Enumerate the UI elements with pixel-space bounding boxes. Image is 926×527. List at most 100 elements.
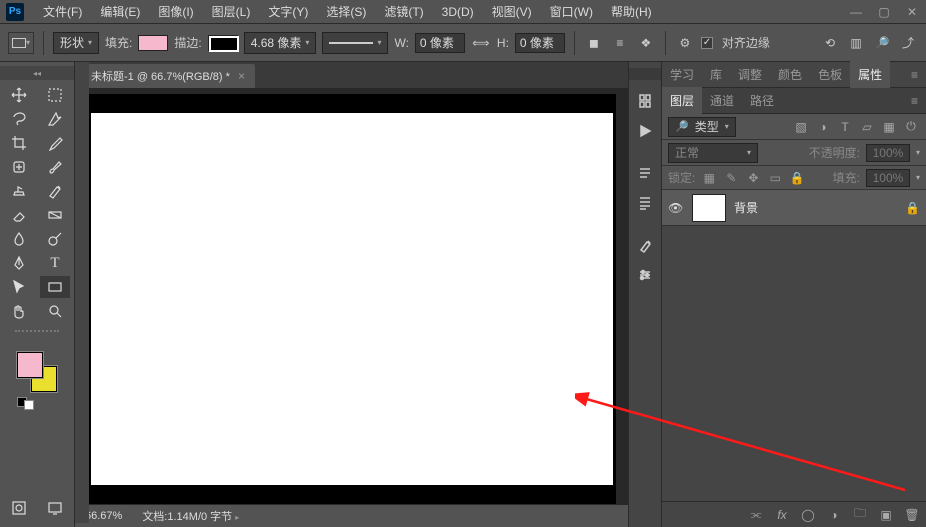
tab-layers[interactable]: 图层 (662, 87, 702, 114)
blur-tool[interactable] (4, 228, 34, 250)
search-icon[interactable]: 🔎 (872, 33, 892, 53)
menu-window[interactable]: 窗口(W) (541, 0, 602, 23)
tool-preset-picker[interactable]: ▾ (8, 32, 34, 54)
character-panel-icon[interactable] (632, 190, 658, 216)
zoom-level[interactable]: 66.67% (85, 510, 122, 522)
brush-settings-panel-icon[interactable] (632, 232, 658, 258)
dodge-tool[interactable] (40, 228, 70, 250)
window-maximize-button[interactable]: ▢ (870, 2, 898, 22)
zoom-tool[interactable] (40, 300, 70, 322)
actions-panel-icon[interactable] (632, 118, 658, 144)
menu-help[interactable]: 帮助(H) (602, 0, 661, 23)
filter-type-icon[interactable]: T (836, 118, 854, 136)
pen-tool[interactable] (4, 252, 34, 274)
type-tool[interactable]: T (40, 252, 70, 274)
layer-name[interactable]: 背景 (734, 199, 758, 216)
adjustments-panel-icon[interactable] (632, 262, 658, 288)
layer-locked-icon[interactable]: 🔒 (905, 201, 920, 215)
gear-icon[interactable]: ⚙ (675, 33, 695, 53)
window-close-button[interactable]: ✕ (898, 2, 926, 22)
filter-pixel-icon[interactable]: ▧ (792, 118, 810, 136)
layer-mask-icon[interactable]: ◯ (800, 508, 816, 522)
menu-image[interactable]: 图像(I) (149, 0, 202, 23)
layer-filter-type[interactable]: 🔎类型▾ (668, 117, 736, 137)
delete-layer-icon[interactable]: 🗑 (904, 508, 920, 522)
color-swatches[interactable] (17, 352, 57, 392)
layer-thumbnail[interactable] (692, 194, 726, 222)
screen-mode-tool[interactable] (40, 497, 70, 519)
rectangle-shape-tool[interactable] (40, 276, 70, 298)
clone-stamp-tool[interactable] (4, 180, 34, 202)
link-wh-icon[interactable]: ⟺ (471, 33, 491, 53)
layers-list[interactable]: 👁 背景 🔒 (662, 190, 926, 501)
quick-mask-tool[interactable] (4, 497, 34, 519)
menu-file[interactable]: 文件(F) (34, 0, 91, 23)
collapse-toolbar-icon[interactable]: ◂◂ (0, 66, 74, 80)
blend-mode-dropdown[interactable]: 正常▾ (668, 143, 758, 163)
tab-channels[interactable]: 通道 (702, 87, 742, 114)
history-brush-tool[interactable] (40, 180, 70, 202)
fill-opacity-field[interactable]: 100% (866, 169, 910, 187)
stroke-color-swatch[interactable] (208, 35, 238, 51)
stroke-width-field[interactable]: 4.68 像素▾ (244, 32, 317, 54)
marquee-tool[interactable] (40, 84, 70, 106)
close-tab-icon[interactable]: × (238, 69, 245, 83)
lock-position-icon[interactable]: ✥ (745, 170, 761, 186)
brush-tool[interactable] (40, 156, 70, 178)
lock-all-icon[interactable]: 🔒 (789, 170, 805, 186)
paragraph-panel-icon[interactable] (632, 160, 658, 186)
lock-transparency-icon[interactable]: ▦ (701, 170, 717, 186)
path-select-tool[interactable] (4, 276, 34, 298)
layer-fx-icon[interactable]: fx (774, 508, 790, 522)
layers-panel-menu-icon[interactable]: ≡ (903, 90, 926, 112)
new-adjustment-icon[interactable]: ◑ (826, 508, 842, 522)
document-tab[interactable]: 未标题-1 @ 66.7%(RGB/8) * × (81, 64, 255, 88)
workspace-icon[interactable]: ▥ (846, 33, 866, 53)
reset-view-icon[interactable]: ⟲ (820, 33, 840, 53)
crop-tool[interactable] (4, 132, 34, 154)
layer-row[interactable]: 👁 背景 🔒 (662, 190, 926, 226)
healing-brush-tool[interactable] (4, 156, 34, 178)
tab-paths[interactable]: 路径 (742, 87, 782, 114)
history-panel-icon[interactable] (632, 88, 658, 114)
height-field[interactable]: 0 像素 (515, 33, 565, 53)
tab-learn[interactable]: 学习 (662, 61, 702, 88)
canvas[interactable] (91, 113, 613, 485)
fill-color-swatch[interactable] (138, 35, 168, 51)
canvas-viewport[interactable] (75, 88, 628, 505)
foreground-color-swatch[interactable] (17, 352, 43, 378)
tab-properties[interactable]: 属性 (850, 61, 890, 88)
menu-filter[interactable]: 滤镜(T) (375, 0, 432, 23)
menu-layer[interactable]: 图层(L) (203, 0, 260, 23)
doc-info[interactable]: 文档:1.14M/0 字节 ▸ (142, 508, 239, 524)
stroke-style-dropdown[interactable]: ▾ (322, 32, 388, 54)
window-minimize-button[interactable]: — (842, 2, 870, 22)
filter-adjust-icon[interactable]: ◑ (814, 118, 832, 136)
filter-smart-icon[interactable]: ▦ (880, 118, 898, 136)
lock-artboard-icon[interactable]: ▭ (767, 170, 783, 186)
lasso-tool[interactable] (4, 108, 34, 130)
path-alignment-icon[interactable]: ≡ (610, 33, 630, 53)
filter-shape-icon[interactable]: ▱ (858, 118, 876, 136)
path-operations-icon[interactable]: ◼ (584, 33, 604, 53)
panel-menu-icon[interactable]: ≡ (903, 64, 926, 86)
expand-left-strip[interactable] (75, 62, 89, 523)
tab-adjust[interactable]: 调整 (730, 61, 770, 88)
link-layers-icon[interactable]: ⫘ (748, 507, 764, 522)
tab-color[interactable]: 颜色 (770, 61, 810, 88)
quick-select-tool[interactable] (40, 108, 70, 130)
menu-select[interactable]: 选择(S) (317, 0, 375, 23)
new-group-icon[interactable]: 🗀 (852, 504, 868, 525)
width-field[interactable]: 0 像素 (415, 33, 465, 53)
hand-tool[interactable] (4, 300, 34, 322)
default-colors-icon[interactable] (17, 397, 34, 410)
eyedropper-tool[interactable] (40, 132, 70, 154)
path-arrangement-icon[interactable]: ❖ (636, 33, 656, 53)
visibility-toggle-icon[interactable]: 👁 (668, 201, 684, 215)
shape-mode-dropdown[interactable]: 形状▾ (53, 32, 99, 54)
opacity-field[interactable]: 100% (866, 144, 910, 162)
eraser-tool[interactable] (4, 204, 34, 226)
menu-edit[interactable]: 编辑(E) (91, 0, 149, 23)
tab-library[interactable]: 库 (702, 61, 730, 88)
tab-swatches[interactable]: 色板 (810, 61, 850, 88)
